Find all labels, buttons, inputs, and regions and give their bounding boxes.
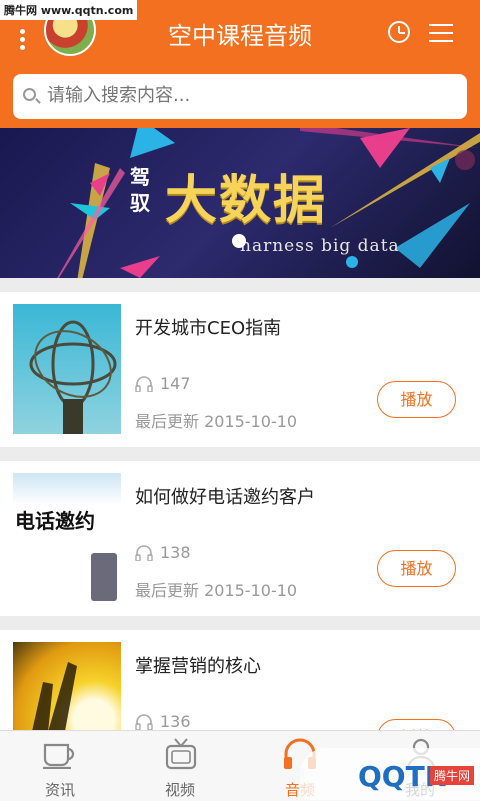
tab-label: 资讯 bbox=[44, 781, 75, 799]
last-updated: 最后更新 2015-10-10 bbox=[135, 581, 298, 600]
headphones-icon bbox=[135, 545, 153, 561]
search-bar bbox=[0, 66, 480, 128]
watermark-site: 腾牛网 www.qqtn.com bbox=[0, 0, 138, 20]
cup-icon bbox=[43, 743, 75, 769]
banner-headline: 大数据 bbox=[165, 171, 328, 231]
list-item[interactable]: 电话邀约 如何做好电话邀约客户 138 最后更新 2015-10-10 播放 bbox=[0, 461, 480, 616]
list-item[interactable]: 开发城市CEO指南 147 最后更新 2015-10-10 播放 bbox=[0, 292, 480, 447]
search-box[interactable] bbox=[13, 74, 467, 119]
armillary-sphere-image bbox=[29, 320, 117, 434]
history-clock-icon[interactable] bbox=[388, 21, 410, 43]
search-input[interactable] bbox=[45, 84, 449, 107]
course-title: 如何做好电话邀约客户 bbox=[135, 487, 315, 508]
tv-icon bbox=[165, 738, 197, 770]
headphones-icon bbox=[135, 376, 153, 392]
thumbnail-text: 电话邀约 bbox=[15, 509, 95, 533]
course-thumbnail bbox=[13, 304, 121, 434]
banner-side-text: 驾驭 bbox=[130, 165, 150, 215]
play-button[interactable]: 播放 bbox=[377, 550, 456, 587]
listen-count: 138 bbox=[160, 543, 191, 562]
tab-news[interactable]: 资讯 bbox=[0, 731, 120, 801]
last-updated: 最后更新 2015-10-10 bbox=[135, 412, 298, 431]
course-title: 开发城市CEO指南 bbox=[135, 318, 282, 339]
tab-video[interactable]: 视频 bbox=[120, 731, 240, 801]
search-icon bbox=[23, 88, 36, 101]
course-title: 掌握营销的核心 bbox=[135, 656, 261, 677]
course-thumbnail: 电话邀约 bbox=[13, 473, 121, 603]
listen-count: 147 bbox=[160, 374, 191, 393]
carousel-indicator[interactable] bbox=[232, 234, 246, 248]
tab-label: 视频 bbox=[164, 781, 195, 799]
listen-count: 136 bbox=[160, 712, 191, 731]
watermark-logo-badge: 腾牛网 bbox=[430, 766, 475, 785]
menu-icon[interactable] bbox=[429, 24, 453, 48]
banner-carousel[interactable]: 驾驭 大数据 harness big data bbox=[0, 128, 480, 278]
headphones-icon bbox=[135, 714, 153, 730]
play-button[interactable]: 播放 bbox=[377, 381, 456, 418]
banner-subtitle: harness big data bbox=[240, 236, 400, 256]
phone-image bbox=[91, 553, 117, 601]
